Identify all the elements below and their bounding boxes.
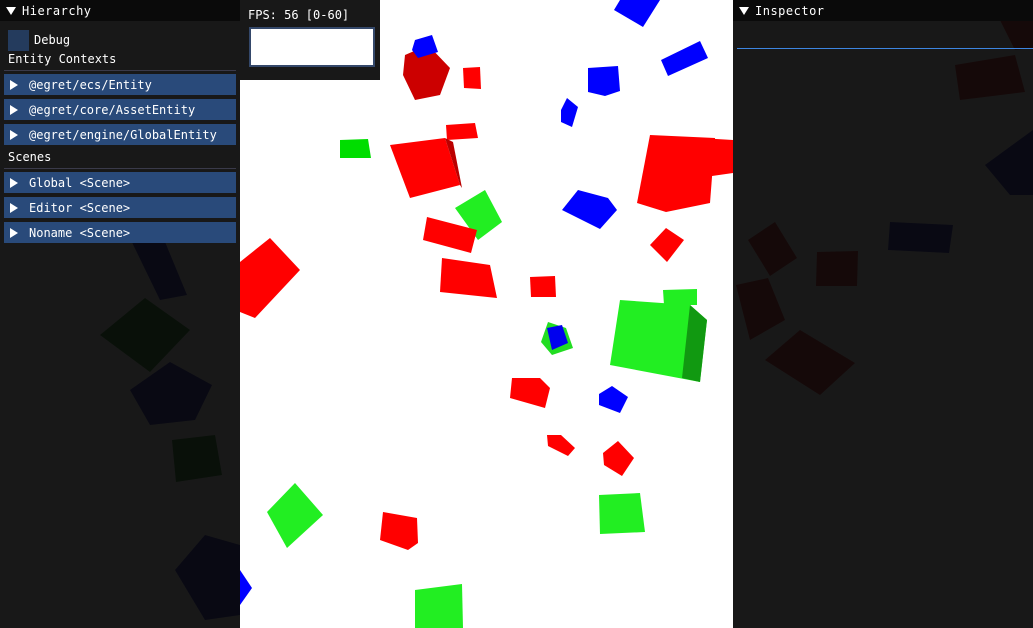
scene-cube [463,67,481,89]
tree-item-label: @egret/engine/GlobalEntity [29,127,217,142]
fps-readout: FPS: 56 [0-60] [248,8,350,22]
tree-item-label: Noname <Scene> [29,225,131,240]
inspector-title: Inspector [755,3,825,18]
inspector-titlebar[interactable]: Inspector [733,0,1033,21]
divider [4,70,236,71]
hierarchy-title: Hierarchy [22,3,92,18]
fps-graph [249,27,375,67]
expand-arrow-icon[interactable] [10,177,18,188]
collapse-arrow-icon[interactable] [6,6,16,15]
scene-cube [446,123,478,140]
scene-cube [530,276,556,297]
tree-item-label: @egret/core/AssetEntity [29,102,196,117]
scenes-heading: Scenes [8,150,52,164]
scene-cube [340,139,371,158]
expand-arrow-icon[interactable] [10,79,18,90]
expand-arrow-icon[interactable] [10,104,18,115]
debug-checkbox[interactable] [8,29,29,51]
tree-item-label: @egret/ecs/Entity [29,77,152,92]
tree-item-label: Global <Scene> [29,175,131,190]
inspector-panel: Inspector [733,0,1033,628]
inspector-separator [737,48,1033,49]
scene-cube [588,66,620,96]
entity-contexts-heading: Entity Contexts [8,52,117,66]
collapse-arrow-icon[interactable] [739,6,749,15]
debug-label: Debug [34,33,71,47]
tree-item-label: Editor <Scene> [29,200,131,215]
fps-overlay: FPS: 56 [0-60] [240,0,380,80]
tree-item-asset-entity[interactable]: @egret/core/AssetEntity [4,99,236,120]
tree-item-global-entity[interactable]: @egret/engine/GlobalEntity [4,124,236,145]
scene-cube [599,493,645,534]
scene-cube [663,289,697,305]
hierarchy-panel: Hierarchy Debug Entity Contexts @egret/e… [0,0,240,628]
expand-arrow-icon[interactable] [10,129,18,140]
expand-arrow-icon[interactable] [10,202,18,213]
tree-item-editor-scene[interactable]: Editor <Scene> [4,197,236,218]
tree-item-ecs-entity[interactable]: @egret/ecs/Entity [4,74,236,95]
tree-item-global-scene[interactable]: Global <Scene> [4,172,236,193]
expand-arrow-icon[interactable] [10,227,18,238]
debug-toggle[interactable]: Debug [0,29,240,51]
scene-cube [415,584,463,628]
divider [4,168,236,169]
hierarchy-titlebar[interactable]: Hierarchy [0,0,240,21]
tree-item-noname-scene[interactable]: Noname <Scene> [4,222,236,243]
